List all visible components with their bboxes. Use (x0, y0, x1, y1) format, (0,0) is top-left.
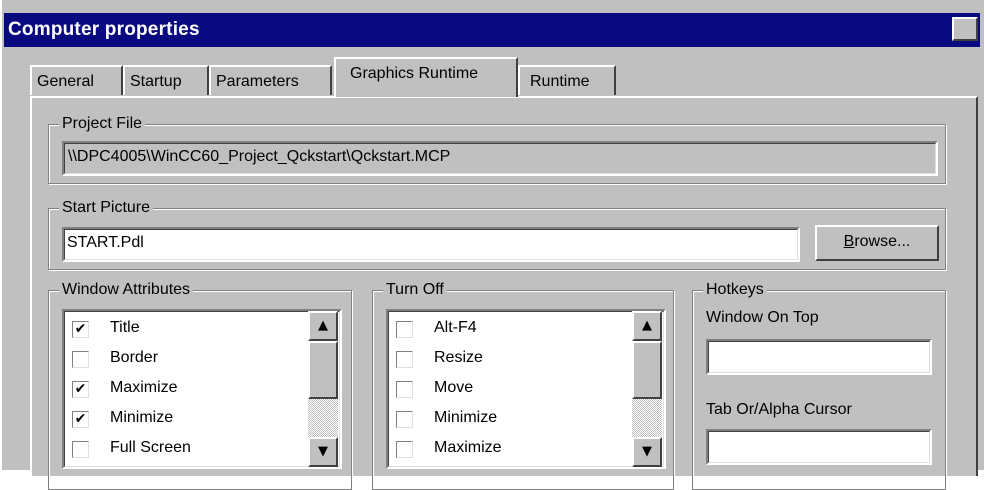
scroll-down-button[interactable]: ▼ (632, 437, 662, 467)
checkbox[interactable]: ✔ (72, 381, 89, 398)
project-file-value: \\DPC4005\WinCC60_Project_Qckstart\Qckst… (68, 148, 451, 165)
tab-parameters[interactable]: Parameters (209, 65, 332, 95)
check-icon: ✔ (74, 381, 87, 397)
window-on-top-input[interactable] (706, 339, 932, 375)
item-label: Title (110, 319, 140, 336)
window-attributes-scrollbar[interactable]: ▲ ▼ (308, 311, 338, 467)
turn-off-list[interactable]: Alt-F4 Resize Move Minimize Maximize ▲ ▼ (386, 309, 666, 469)
tab-label: Graphics Runtime (350, 65, 479, 82)
turn-off-scrollbar[interactable]: ▲ ▼ (632, 311, 662, 467)
checkbox[interactable]: ✔ (72, 321, 89, 338)
title-bar[interactable]: Computer properties (4, 13, 980, 47)
check-icon: ✔ (74, 321, 87, 337)
down-arrow-icon: ▼ (642, 444, 652, 459)
window-attributes-list[interactable]: ✔ Title Border ✔ Maximize ✔ Minimize Ful… (62, 309, 342, 469)
tab-general[interactable]: General (30, 65, 123, 95)
start-picture-group: Start Picture START.Pdl Browse... (48, 198, 946, 270)
item-label: Maximize (434, 439, 502, 456)
down-arrow-icon: ▼ (318, 444, 328, 459)
checkbox[interactable] (396, 351, 413, 368)
turn-off-group: Turn Off Alt-F4 Resize Move Minimize Max… (372, 280, 674, 490)
tab-label: Parameters (216, 73, 299, 90)
start-picture-value: START.Pdl (67, 234, 144, 251)
checkbox[interactable] (396, 321, 413, 338)
tab-cursor-label: Tab Or/Alpha Cursor (706, 401, 852, 418)
checkbox[interactable] (396, 441, 413, 458)
tab-label: Runtime (530, 73, 590, 90)
computer-properties-dialog: Computer properties General Startup Para… (0, 0, 984, 490)
item-label: Full Screen (110, 439, 191, 456)
checkbox[interactable] (72, 441, 89, 458)
item-label: Minimize (110, 409, 174, 426)
start-picture-legend: Start Picture (59, 198, 154, 218)
project-file-group: Project File \\DPC4005\WinCC60_Project_Q… (48, 114, 946, 184)
item-label: Maximize (110, 379, 178, 396)
browse-accelerator: B (843, 233, 855, 250)
close-button[interactable] (952, 17, 978, 41)
tab-label: General (37, 73, 94, 90)
browse-button[interactable]: Browse... (815, 225, 939, 261)
tab-label: Startup (130, 73, 182, 90)
up-arrow-icon: ▲ (642, 318, 652, 333)
scroll-up-button[interactable]: ▲ (632, 311, 662, 341)
turn-off-legend: Turn Off (383, 280, 447, 300)
window-on-top-label: Window On Top (706, 309, 819, 326)
checkbox[interactable]: ✔ (72, 411, 89, 428)
item-label: Alt-F4 (434, 319, 477, 336)
item-label: Border (110, 349, 159, 366)
scroll-thumb[interactable] (308, 341, 338, 399)
tab-graphics-runtime[interactable]: Graphics Runtime (334, 57, 518, 97)
tab-runtime[interactable]: Runtime (518, 65, 616, 95)
window-attributes-legend: Window Attributes (59, 280, 194, 300)
window-edge (0, 0, 2, 470)
hotkeys-legend: Hotkeys (703, 280, 767, 300)
tab-cursor-input[interactable] (706, 429, 932, 465)
start-picture-input[interactable]: START.Pdl (62, 227, 800, 262)
item-label: Resize (434, 349, 483, 366)
up-arrow-icon: ▲ (318, 318, 328, 333)
scroll-thumb[interactable] (632, 341, 662, 399)
checkbox[interactable] (72, 351, 89, 368)
window-attributes-group: Window Attributes ✔ Title Border ✔ Maxim… (48, 280, 352, 490)
project-file-legend: Project File (59, 114, 146, 134)
item-label: Minimize (434, 409, 498, 426)
tab-panel: Project File \\DPC4005\WinCC60_Project_Q… (30, 96, 978, 490)
tab-startup[interactable]: Startup (123, 65, 209, 95)
hotkeys-group: Hotkeys Window On Top Tab Or/Alpha Curso… (692, 280, 946, 490)
browse-label: rowse... (854, 233, 911, 250)
checkbox[interactable] (396, 381, 413, 398)
item-label: Move (434, 379, 474, 396)
scroll-down-button[interactable]: ▼ (308, 437, 338, 467)
window-title: Computer properties (8, 19, 200, 40)
project-file-field: \\DPC4005\WinCC60_Project_Qckstart\Qckst… (62, 141, 938, 176)
scroll-up-button[interactable]: ▲ (308, 311, 338, 341)
checkbox[interactable] (396, 411, 413, 428)
check-icon: ✔ (74, 411, 87, 427)
